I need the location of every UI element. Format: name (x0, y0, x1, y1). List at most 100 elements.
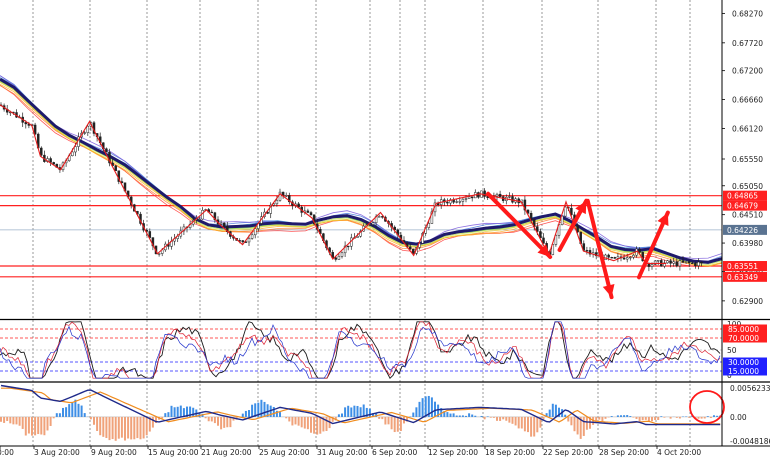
macd-bar-negative (505, 416, 508, 421)
macd-bar-negative (582, 416, 585, 436)
macd-bar-negative (306, 416, 309, 430)
candle-down (105, 148, 108, 153)
candle-up (337, 256, 341, 260)
macd-bar-negative (700, 416, 703, 419)
macd-bar-negative (24, 416, 27, 436)
macd-bar-positive (173, 407, 176, 417)
candle-down (675, 261, 679, 267)
macd-bar-positive (244, 410, 247, 417)
candle-down (408, 246, 412, 250)
macd-bar-negative (18, 416, 21, 426)
macd-bar-negative (213, 416, 216, 424)
macd-bar-negative (108, 416, 111, 441)
macd-bar-negative (511, 416, 514, 424)
candle-down (40, 147, 43, 156)
macd-bar-negative (527, 416, 529, 433)
candle-down (498, 193, 502, 197)
macd-bar-positive (716, 415, 719, 417)
macd-bar-positive (418, 401, 421, 417)
macd-bar-negative (3, 416, 6, 423)
candle-up (697, 261, 700, 266)
macd-bar-positive (192, 407, 195, 417)
macd-bar-negative (52, 416, 55, 419)
price-tick-label: 0.66120 (732, 124, 763, 133)
macd-bar-positive (471, 414, 474, 417)
macd-bar-positive (279, 412, 281, 417)
candle-up (464, 198, 468, 200)
macd-bar-negative (220, 416, 223, 430)
candle-up (616, 256, 620, 259)
oscillator-tick-label: 50 (727, 346, 737, 355)
macd-bar-negative (654, 416, 657, 420)
macd-bar-negative (520, 416, 523, 429)
macd-bar-positive (449, 413, 452, 417)
candle-down (607, 254, 610, 258)
candle-down (49, 158, 52, 163)
macd-bar-positive (452, 413, 455, 417)
macd-bar-negative (601, 416, 604, 422)
macd-bar-negative (49, 416, 52, 426)
candle-up (427, 223, 431, 228)
macd-bar-negative (105, 416, 108, 439)
macd-bar-negative (678, 416, 681, 419)
macd-bar-positive (58, 413, 61, 417)
macd-bar-positive (341, 413, 343, 417)
candle-down (114, 165, 117, 171)
candle-up (253, 228, 257, 236)
macd-bar-positive (461, 415, 464, 417)
candle-up (625, 257, 629, 260)
macd-bar-positive (350, 407, 353, 417)
macd-bar-negative (145, 416, 148, 436)
macd-bar-negative (288, 416, 291, 422)
macd-bar-negative (111, 416, 114, 440)
macd-bar-negative (130, 416, 133, 440)
macd-bar-negative (127, 416, 130, 439)
macd-bar-positive (359, 407, 362, 417)
macd-bar-negative (37, 416, 40, 435)
macd-bar-negative (499, 416, 502, 421)
macd-bar-positive (551, 403, 554, 417)
candle-down (700, 261, 703, 264)
macd-bar-negative (136, 416, 139, 439)
macd-bar-negative (604, 416, 607, 419)
macd-bar-negative (210, 416, 213, 422)
macd-bar-negative (294, 416, 297, 425)
macd-bar-positive (706, 416, 709, 417)
macd-bar-positive (430, 397, 433, 417)
price-tick-label: 0.68270 (732, 9, 763, 18)
macd-bar-positive (421, 398, 424, 417)
macd-bar-negative (99, 416, 102, 436)
candle-up (250, 234, 254, 239)
macd-bar-positive (263, 401, 266, 417)
macd-bar-positive (629, 416, 632, 417)
macd-bar-negative (217, 416, 219, 426)
macd-bar-positive (176, 406, 179, 417)
macd-bar-positive (337, 414, 340, 417)
macd-bar-positive (362, 404, 365, 417)
macd-bar-positive (468, 413, 471, 417)
macd-bar-positive (71, 401, 74, 417)
macd-bar-positive (480, 415, 483, 417)
macd-bar-positive (465, 415, 467, 417)
candle-up (83, 132, 86, 134)
macd-bar-negative (325, 416, 328, 431)
macd-bar-negative (300, 416, 303, 428)
candle-up (198, 218, 201, 221)
macd-bar-negative (675, 416, 678, 418)
macd-bar-positive (77, 403, 80, 417)
macd-bar-negative (576, 416, 579, 435)
macd-bar-negative (523, 416, 526, 432)
candle-up (368, 224, 372, 226)
macd-bar-negative (644, 416, 647, 420)
macd-bar-positive (412, 412, 415, 417)
macd-bar-negative (117, 416, 120, 439)
candle-up (86, 125, 90, 133)
candle-up (284, 195, 288, 197)
macd-bar-negative (709, 416, 712, 419)
candle-up (340, 252, 344, 257)
macd-bar-negative (378, 416, 381, 419)
time-tick-label: 28 Sep 20:00 (599, 448, 649, 457)
macd-bar-positive (620, 415, 622, 417)
macd-bar-negative (390, 416, 393, 430)
candle-up (678, 260, 682, 267)
